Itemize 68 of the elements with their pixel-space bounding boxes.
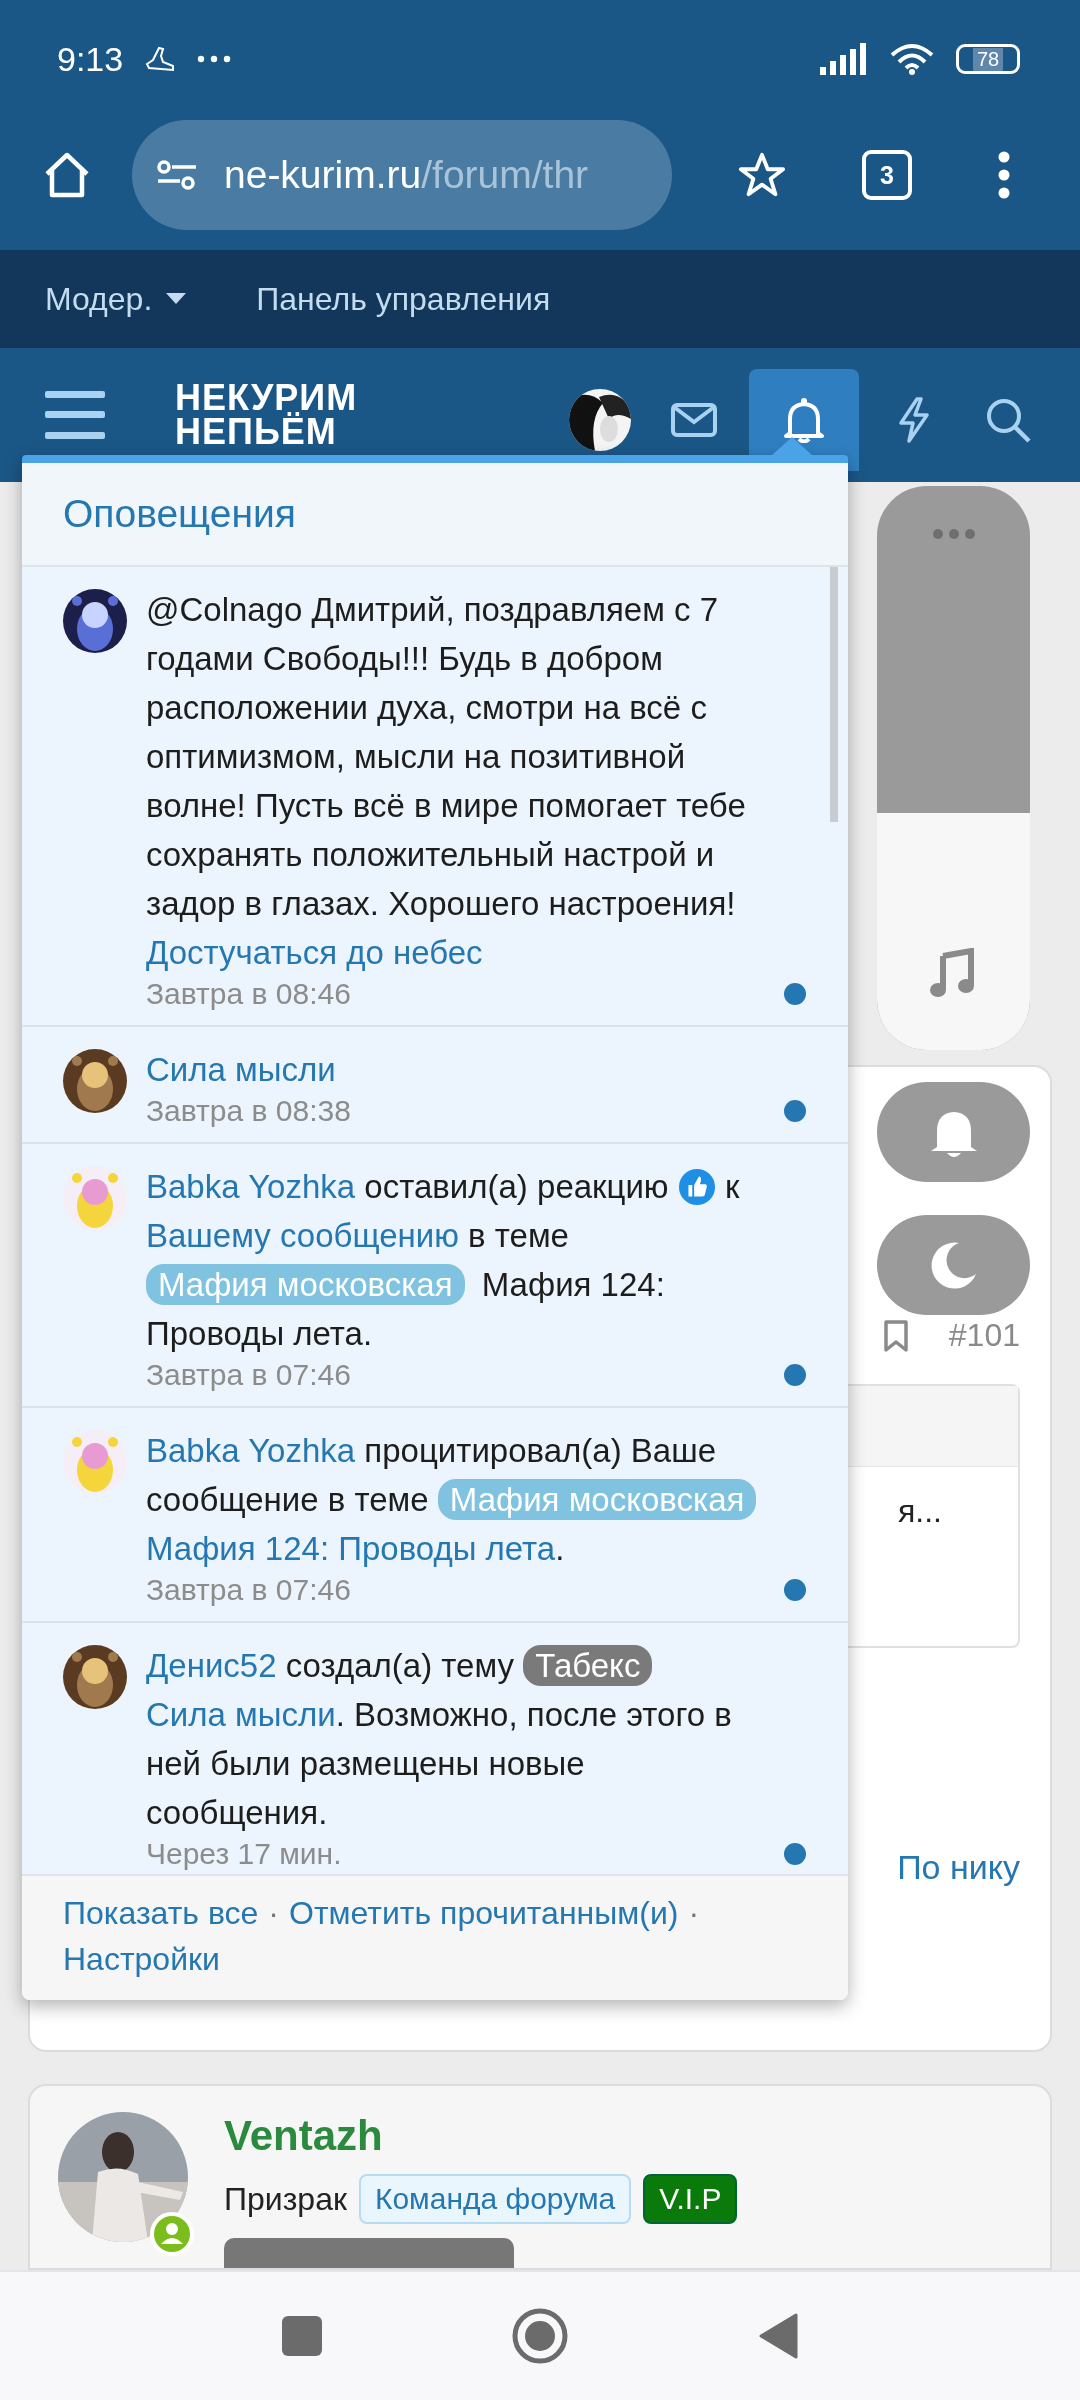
signal-icon [820, 43, 868, 75]
notification-time: Через 17 мин. [146, 1837, 342, 1871]
battery-icon: 78 [956, 44, 1020, 74]
notification-link[interactable]: Денис52 [146, 1647, 277, 1684]
member-name[interactable]: Ventazh [224, 2112, 738, 2160]
home-icon[interactable] [512, 2308, 568, 2364]
search-icon [985, 397, 1031, 443]
online-badge-icon [150, 2212, 194, 2256]
notification-item[interactable] [22, 567, 848, 1027]
notification-time: Завтра в 07:46 [146, 1358, 351, 1392]
thread-prefix-tag[interactable]: Табекс [523, 1645, 653, 1686]
notification-link[interactable]: Вашему сообщению [146, 1217, 459, 1254]
status-time: 9:13 [57, 39, 124, 79]
notification-link[interactable]: Babka Yozhka [146, 1432, 356, 1469]
notification-link[interactable]: Сила мысли [146, 1696, 336, 1733]
notification-text: Babka Yozhka оставил(а) реакцию к Вашему сообщению в теме Мафия московская Мафия 124: Проводы лета. [146, 1167, 741, 1354]
notification-text: @Colnago Дмитрий, поздравляем с 7 годами Свободы!!! Будь в добром расположении духа, смотри на всё с оптимизмом, мысли на позитивной волне! Пусть всё в мире помогает тебе сохранять положительный настрой и задор в глазах. Хорошего настроения! Достучаться до небес [146, 585, 770, 977]
notification-item[interactable]: Сила мысли Завтра в 08:38 [22, 1027, 848, 1144]
notification-item[interactable]: Денис52 создал(а) тему Табекс Сила мысли. Возможно, после этого в ней были размещены новые сообщения. Через 17 мин. [22, 1623, 848, 1874]
notification-link[interactable]: Мафия 124: Проводы лета [146, 1530, 556, 1567]
notification-time: Завтра в 07:46 [146, 1573, 351, 1607]
unread-dot[interactable] [784, 1579, 806, 1601]
site-logo[interactable]: НЕКУРИМ НЕПЬЁМ [175, 380, 358, 450]
music-note-icon [929, 948, 975, 998]
moderator-menu-item[interactable]: Панель управления [256, 280, 551, 318]
mail-icon [671, 403, 717, 437]
moderator-menu-item[interactable]: Модер. [45, 280, 187, 318]
member-title: Призрак [224, 2180, 347, 2218]
menu-icon[interactable] [45, 389, 105, 441]
footer-link[interactable]: Настройки [63, 1941, 220, 1977]
notification-link[interactable]: Babka Yozhka [146, 1168, 356, 1205]
volume-slider[interactable] [877, 486, 1030, 1050]
unread-dot[interactable] [784, 1100, 806, 1122]
menu-icon[interactable] [998, 151, 1010, 199]
notification-text: Babka Yozhka процитировал(а) Ваше сообщение в теме Мафия московская Мафия 124: Проводы лета. [146, 1426, 770, 1573]
bookmark-icon[interactable] [882, 1318, 909, 1353]
post-number[interactable]: #101 [948, 1317, 1020, 1354]
scrollbar[interactable] [830, 567, 838, 822]
thread-link[interactable]: Достучаться до небес [146, 928, 770, 977]
notification-text: Денис52 создал(а) тему Табекс Сила мысли. Возможно, после этого в ней были размещены новые сообщения. [146, 1644, 733, 1833]
notification-time: Завтра в 08:38 [146, 1094, 351, 1128]
notification-item[interactable]: Babka Yozhka процитировал(а) Ваше сообщение в теме Мафия московская Мафия 124: Проводы лета. Завтра в 07:46 [22, 1408, 848, 1623]
notification-time: Завтра в 08:46 [146, 977, 351, 1011]
back-icon[interactable] [758, 2313, 798, 2359]
more-icon [197, 55, 232, 63]
popup-footer-links: Показать все · Отметить прочитанным(и) · Настройки [22, 1874, 848, 2000]
star-icon[interactable] [738, 151, 786, 199]
shoe-icon [145, 46, 176, 72]
lightning-icon [897, 397, 931, 443]
unread-dot[interactable] [784, 1364, 806, 1386]
wifi-icon [890, 43, 934, 75]
notification-item[interactable]: Babka Yozhka оставил(а) реакцию к Вашему сообщению в теме Мафия московская Мафия 124: Проводы лета. Завтра в 07:46 [22, 1144, 848, 1408]
tab-count[interactable]: 3 [862, 150, 912, 200]
quote-text: я... [898, 1493, 942, 1530]
footer-link[interactable]: Отметить прочитанным(и) [289, 1895, 679, 1931]
user-badge: V.I.P [643, 2174, 738, 2224]
footer-link[interactable]: Показать все [63, 1895, 259, 1931]
notification-link[interactable]: Сила мысли [146, 1051, 336, 1088]
unread-dot[interactable] [784, 1843, 806, 1865]
bell-icon [784, 397, 824, 443]
like-icon [677, 1168, 716, 1206]
popup-title: Оповещения [63, 492, 296, 536]
site-settings-icon[interactable] [156, 158, 198, 192]
caret-icon[interactable] [166, 293, 187, 305]
sort-link[interactable]: По нику [897, 1848, 1020, 1887]
address-bar[interactable]: ne-kurim.ru/forum/thr [132, 120, 672, 230]
user-badge: Команда форума [358, 2174, 632, 2224]
unread-dot[interactable] [784, 983, 806, 1005]
